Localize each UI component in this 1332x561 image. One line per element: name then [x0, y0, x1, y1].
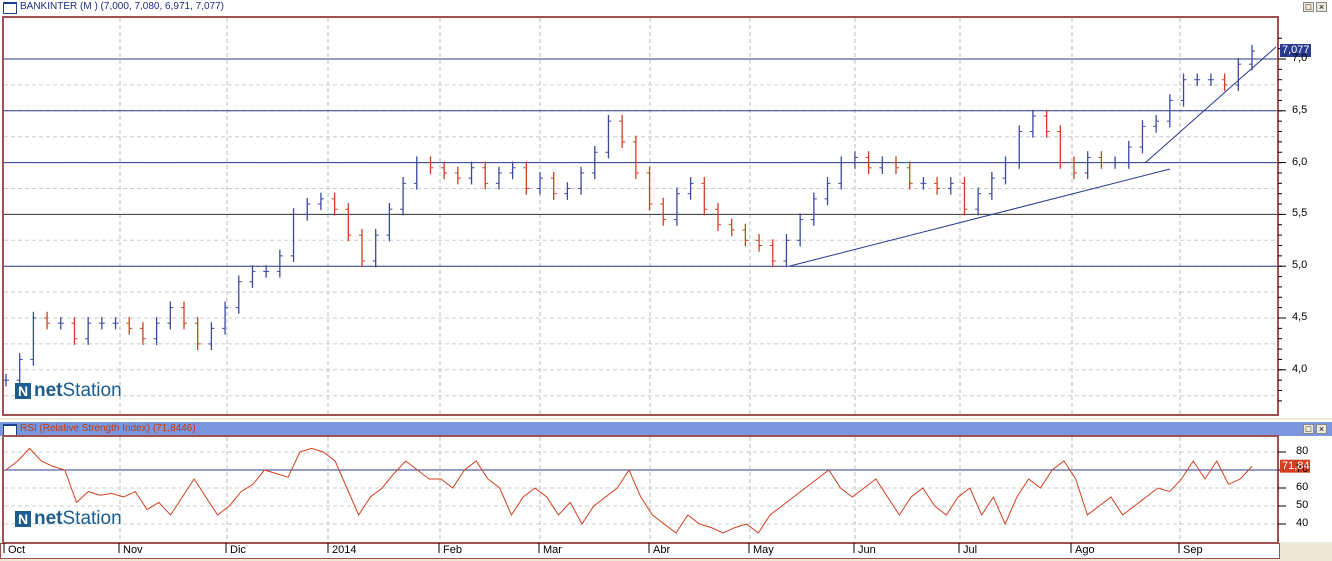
- x-axis-label: Mar: [543, 544, 562, 556]
- x-axis-label: Dic: [230, 544, 246, 556]
- netstation-logo: NnetStation: [15, 380, 122, 402]
- x-axis-label: Oct: [8, 544, 26, 556]
- rsi-line: [5, 447, 1253, 534]
- x-axis-label: Ago: [1075, 544, 1095, 556]
- x-axis-label: Jun: [858, 544, 876, 556]
- rsi-last-value-tag: 71,84: [1282, 459, 1310, 472]
- netstation-logo: NnetStation: [15, 508, 122, 530]
- x-axis-label: Abr: [653, 544, 671, 556]
- trend-line: [1144, 46, 1277, 164]
- x-axis-label: Jul: [963, 544, 978, 556]
- y-tick-label: 4,5: [1292, 311, 1308, 323]
- price-plot-frame: [2, 16, 1279, 416]
- y-tick-label: 5,5: [1292, 207, 1308, 220]
- y-tick-label: 5,0: [1292, 259, 1308, 272]
- y-tick-label: 6,0: [1292, 155, 1308, 168]
- rsi-y-tick-label: 60: [1296, 481, 1309, 493]
- x-axis-label: May: [753, 544, 774, 556]
- rsi-y-tick-label: 50: [1296, 499, 1309, 511]
- x-axis-label: Nov: [123, 544, 143, 556]
- x-axis-label: 2014: [332, 544, 357, 556]
- rsi-y-tick-label: 40: [1296, 517, 1309, 529]
- x-axis-label: Feb: [443, 544, 462, 556]
- y-tick-label: 4,0: [1292, 362, 1308, 375]
- chart-canvas: [2, 16, 1311, 553]
- x-axis-label: Sep: [1183, 544, 1203, 556]
- rsi-y-tick-label: 80: [1296, 445, 1309, 457]
- last-price-tag: 7,077: [1282, 44, 1310, 56]
- y-tick-label: 6,5: [1292, 103, 1308, 116]
- trend-line: [789, 168, 1171, 267]
